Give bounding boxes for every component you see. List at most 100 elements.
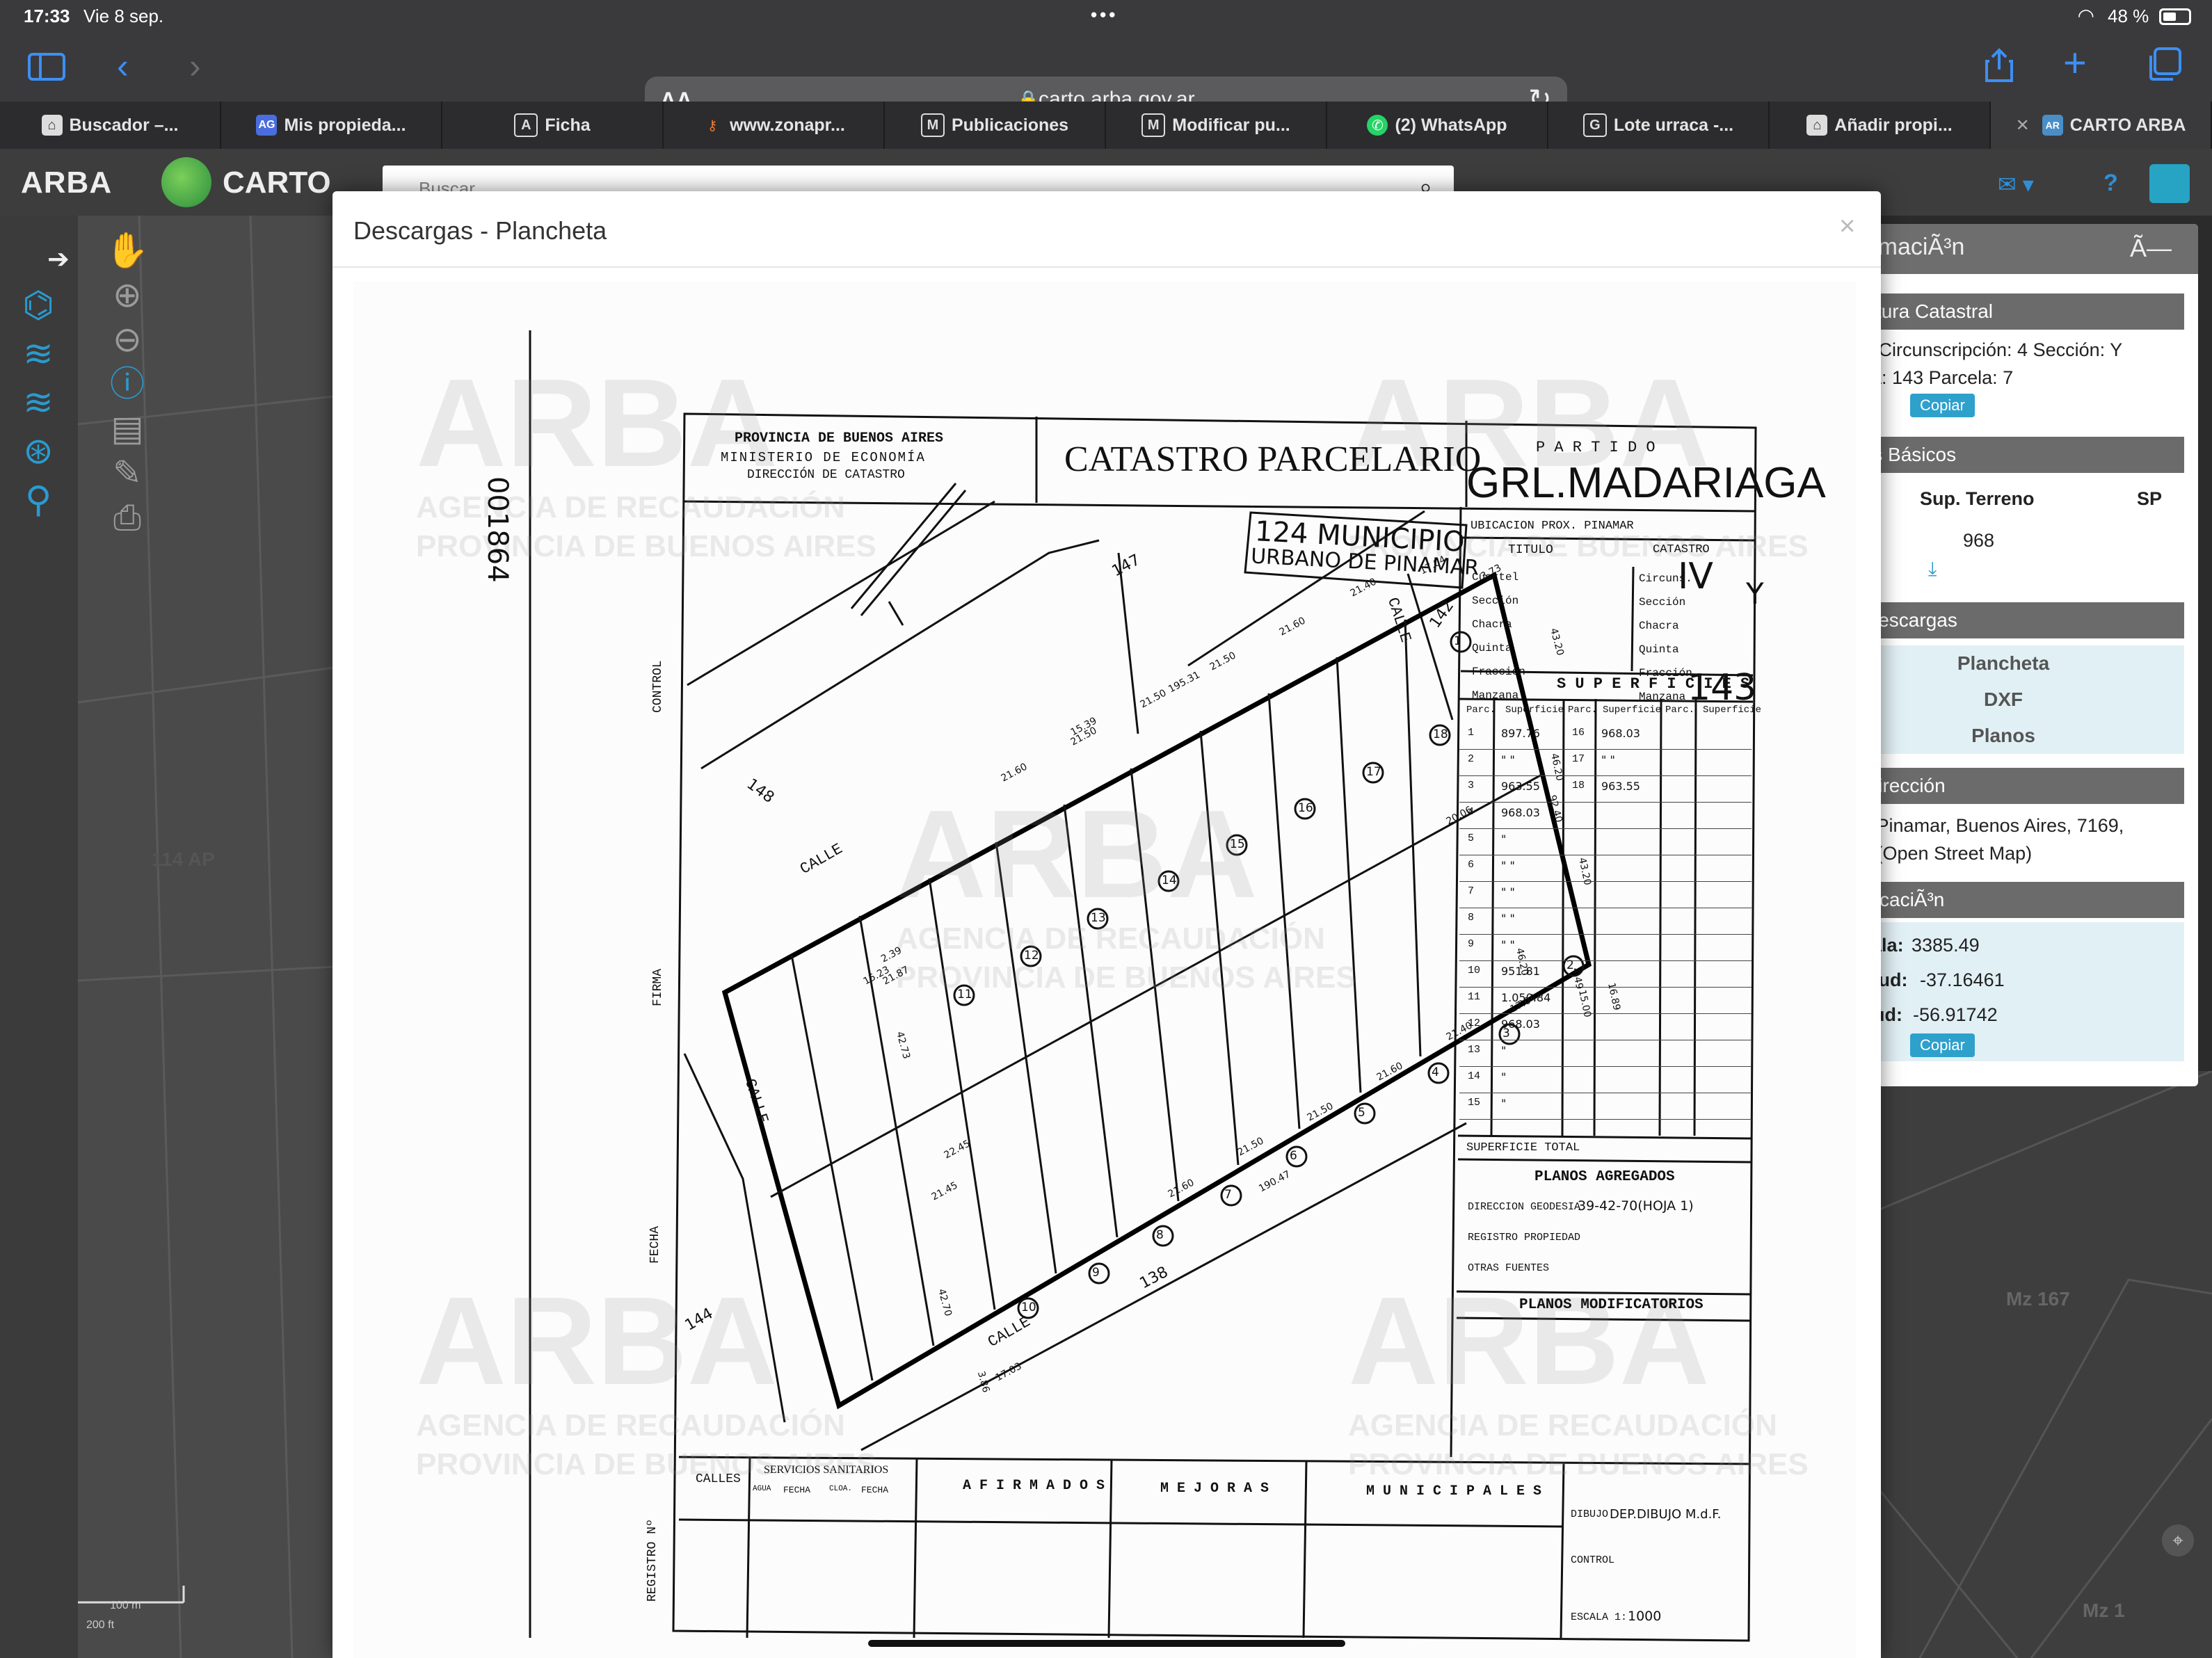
direccion-label: DIRECCIÓN DE CATASTRO bbox=[747, 468, 905, 482]
close-button[interactable]: × bbox=[1839, 211, 1855, 242]
tab-modificar[interactable]: M Modificar pu... bbox=[1106, 102, 1327, 149]
map-area-right[interactable]: Mz 167 Mz 1 ⌖ bbox=[1878, 1071, 2212, 1658]
zoom-in-icon[interactable]: ⊕ bbox=[104, 274, 150, 316]
tab-label: Modificar pu... bbox=[1172, 115, 1290, 135]
close-tab-icon[interactable]: ✕ bbox=[2016, 115, 2030, 136]
tab-label: Añadir propi... bbox=[1834, 115, 1953, 135]
serv-col: AGUA bbox=[753, 1485, 771, 1493]
sup-parcel-area: " " bbox=[1501, 753, 1515, 766]
sup-total-label: SUPERFICIE TOTAL bbox=[1466, 1141, 1580, 1154]
draw-icon[interactable]: ✎ bbox=[104, 452, 150, 494]
location-user-icon[interactable]: ⚲ bbox=[15, 480, 61, 520]
arba-logo[interactable]: ARBA bbox=[21, 166, 112, 200]
home-indicator[interactable] bbox=[868, 1640, 1345, 1647]
logout-icon[interactable] bbox=[2149, 164, 2190, 203]
watermark: ARBA bbox=[896, 784, 1258, 924]
arba-icon: AR bbox=[2042, 115, 2063, 136]
help-icon[interactable]: ? bbox=[2103, 170, 2118, 197]
col-sup-terreno: Sup. Terreno bbox=[1920, 488, 2035, 509]
scale-label-m: 100 m bbox=[110, 1600, 141, 1611]
partido-name: GRL.MADARIAGA bbox=[1466, 459, 1826, 507]
copy-button[interactable]: Copiar bbox=[1910, 394, 1975, 417]
otras-fuentes-label: OTRAS FUENTES bbox=[1468, 1262, 1550, 1274]
tab-zonaprop[interactable]: ⚷ www.zonapr... bbox=[664, 102, 885, 149]
lot-number: 3 bbox=[1502, 1027, 1510, 1040]
fingerprint-icon[interactable]: ⊛ bbox=[15, 431, 61, 472]
download-icon[interactable]: ⤓ bbox=[1928, 558, 1937, 581]
doc-icon: ⌂ bbox=[1806, 115, 1828, 136]
sup-header: Parc. bbox=[1665, 705, 1695, 716]
sup-parcel-area: 897.76 bbox=[1501, 727, 1540, 740]
mejoras-label: M E J O R A S bbox=[1160, 1481, 1269, 1497]
doc-icon: ⌂ bbox=[41, 115, 63, 136]
sup-parcel-area: " bbox=[1501, 1070, 1507, 1084]
sup-parcel-number: 7 bbox=[1468, 885, 1475, 897]
share-icon[interactable] bbox=[1984, 47, 2014, 89]
lot-number: 8 bbox=[1156, 1228, 1164, 1242]
lot-number: 10 bbox=[1021, 1301, 1036, 1314]
binoculars-icon[interactable]: ⌬ bbox=[15, 285, 61, 325]
escala-value: 1000 bbox=[1628, 1609, 1662, 1624]
row-label: Fracción bbox=[1472, 666, 1525, 678]
carto-logo[interactable]: CARTO bbox=[223, 166, 331, 200]
tab-buscador[interactable]: ⌂ Buscador –... bbox=[0, 102, 221, 149]
locate-icon[interactable]: ⌖ bbox=[2162, 1524, 2194, 1556]
tab-strip: ⌂ Buscador –... AG Mis propieda... A Ficha … bbox=[0, 102, 2212, 149]
pan-hand-icon[interactable]: ✋ bbox=[104, 230, 150, 271]
tab-label: Mis propieda... bbox=[284, 115, 406, 135]
plancheta-document: ARBA AGENCIA DE RECAUDACIÓN PROVINCIA DE… bbox=[353, 282, 1856, 1658]
ubicacion-label: UBICACION PROX. PINAMAR bbox=[1470, 520, 1634, 533]
info-icon[interactable]: ⓘ bbox=[104, 363, 150, 405]
sidebar-toggle-icon[interactable] bbox=[28, 51, 65, 86]
layers-ide-icon[interactable]: ≋ bbox=[15, 383, 61, 423]
table-rule bbox=[1459, 881, 1752, 882]
scale-label-ft: 200 ft bbox=[86, 1619, 115, 1631]
tab-mis-propiedades[interactable]: AG Mis propieda... bbox=[221, 102, 442, 149]
ministerio-label: MINISTERIO DE ECONOMÍA bbox=[721, 450, 926, 465]
lot-number: 13 bbox=[1091, 911, 1106, 925]
tab-anadir[interactable]: ⌂ Añadir propi... bbox=[1770, 102, 1991, 149]
tabs-overview-icon[interactable] bbox=[2147, 47, 2181, 88]
cat-row-label: Chacra bbox=[1639, 620, 1679, 632]
lot-number: 14 bbox=[1162, 874, 1177, 887]
forward-icon[interactable]: › bbox=[189, 49, 201, 83]
watermark-sub: PROVINCIA DE BUENOS AIRES bbox=[1348, 1447, 1809, 1481]
tab-publicaciones[interactable]: M Publicaciones bbox=[885, 102, 1106, 149]
lot-number: 9 bbox=[1092, 1266, 1100, 1280]
table-rule bbox=[1459, 1066, 1752, 1067]
sup-parcel-area: " bbox=[1501, 832, 1507, 846]
sup-parcel-number: 16 bbox=[1572, 727, 1585, 739]
side-fecha: FECHA bbox=[648, 1225, 662, 1264]
whatsapp-icon: ✆ bbox=[1367, 115, 1388, 136]
mail-icon[interactable]: ✉ ▾ bbox=[1998, 171, 2034, 198]
sup-parcel-number: 9 bbox=[1468, 938, 1475, 950]
tab-carto-arba[interactable]: ✕ AR CARTO ARBA bbox=[1991, 102, 2212, 149]
sup-header: Parc. bbox=[1466, 705, 1496, 716]
expand-arrow-icon[interactable]: ➔ bbox=[47, 243, 70, 275]
tab-lote-urraca[interactable]: G Lote urraca -... bbox=[1548, 102, 1770, 149]
zoom-out-icon[interactable]: ⊖ bbox=[104, 319, 150, 360]
row-label: Quinta bbox=[1472, 642, 1512, 654]
measure-icon[interactable]: ▤ bbox=[104, 408, 150, 449]
back-icon[interactable]: ‹ bbox=[117, 49, 129, 83]
copy-coords-button[interactable]: Copiar bbox=[1910, 1033, 1975, 1057]
collapse-button[interactable]: Ã— bbox=[2130, 234, 2172, 263]
dibujo-label: DIBUJO bbox=[1571, 1508, 1609, 1520]
sup-parcel-number: 6 bbox=[1468, 859, 1475, 871]
carto-globe-icon bbox=[161, 157, 211, 207]
lot-number: 16 bbox=[1298, 801, 1313, 815]
multitask-dots-icon[interactable]: ••• bbox=[1091, 4, 1118, 26]
sup-parcel-number: 13 bbox=[1468, 1044, 1481, 1056]
latitud-value: -37.16461 bbox=[1920, 969, 2005, 990]
browser-toolbar: ‹ › AA 🔒 carto.arba.gov.ar ↻ + bbox=[0, 38, 2212, 127]
print-icon[interactable]: ⎙ bbox=[104, 497, 150, 538]
layers-icon[interactable]: ≋ bbox=[15, 334, 61, 374]
new-tab-icon[interactable]: + bbox=[2063, 43, 2087, 83]
tab-whatsapp[interactable]: ✆ (2) WhatsApp bbox=[1327, 102, 1548, 149]
cat-row-label: Quinta bbox=[1639, 643, 1679, 656]
direccion-line1: de Pinamar, Buenos Aires, 7169, bbox=[1850, 815, 2124, 836]
sup-parcel-number: 11 bbox=[1468, 991, 1481, 1003]
sup-header: Superficie bbox=[1505, 705, 1564, 716]
serv-col: FECHA bbox=[861, 1485, 889, 1495]
tab-ficha[interactable]: A Ficha bbox=[442, 102, 664, 149]
